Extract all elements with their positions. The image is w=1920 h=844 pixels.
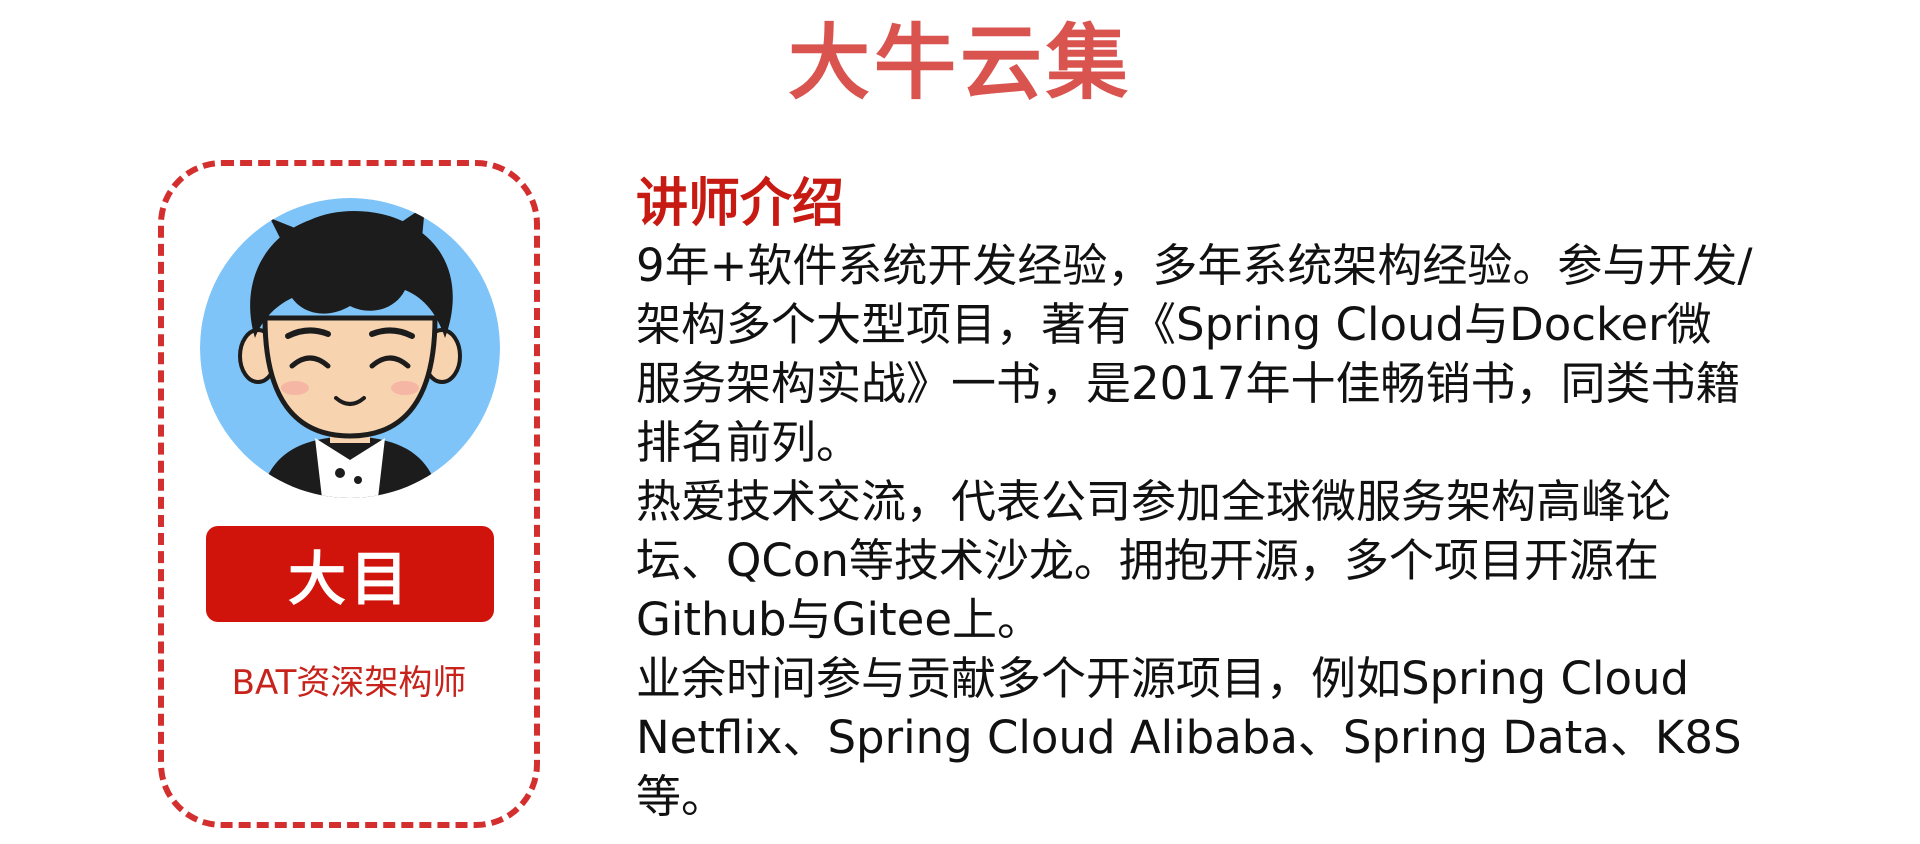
- intro-paragraph: 热爱技术交流，代表公司参加全球微服务架构高峰论坛、QCon等技术沙龙。拥抱开源，…: [636, 475, 1672, 646]
- cartoon-avatar-icon: [200, 198, 500, 498]
- intro-paragraph: 业余时间参与贡献多个开源项目，例如Spring Cloud Netflix、Sp…: [636, 652, 1742, 823]
- instructor-role: BAT资深架构师: [231, 663, 467, 703]
- instructor-name: 大目: [287, 545, 412, 613]
- brand-title: 大牛云集: [787, 15, 1132, 111]
- intro-heading: 讲师介绍: [636, 174, 845, 234]
- intro-paragraph: 9年+软件系统开发经验，多年系统架构经验。参与开发/架构多个大型项目，著有《Sp…: [636, 239, 1753, 469]
- name-badge: 大目: [206, 526, 494, 622]
- intro-section: 讲师介绍 9年+软件系统开发经验，多年系统架构经验。参与开发/架构多个大型项目，…: [636, 172, 1756, 826]
- intro-body: 9年+软件系统开发经验，多年系统架构经验。参与开发/架构多个大型项目，著有《Sp…: [636, 236, 1756, 826]
- brand-header: 大牛云集: [0, 0, 1920, 111]
